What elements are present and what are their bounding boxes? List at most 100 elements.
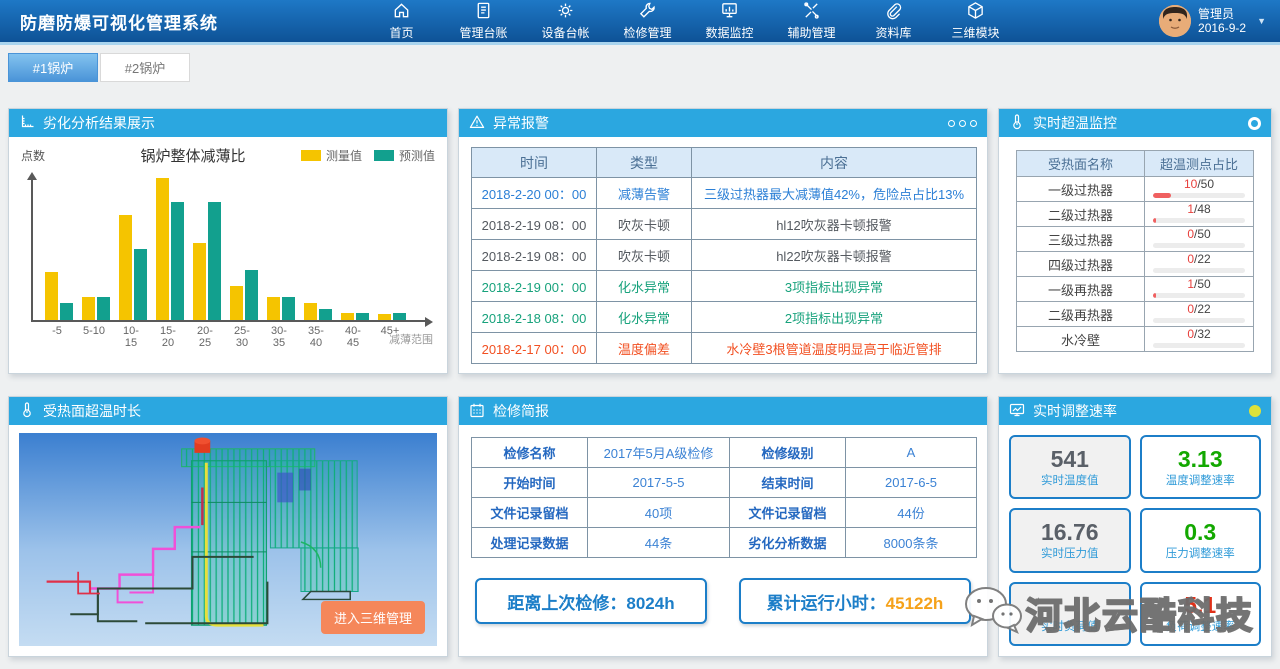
nav-item-3d-module[interactable]: 三维模块 [950,1,1002,41]
table-row: 检修名称 2017年5月A级检修 检修级别 A [472,438,977,468]
alarm-content: 三级过热器最大减薄值42%，危险点占比13% [692,178,977,209]
paperclip-icon [884,1,903,23]
col-type: 类型 [597,148,692,178]
alarm-type: 化水异常 [597,302,692,333]
panel-header: 劣化分析结果展示 [9,109,447,137]
total-running-hours-button[interactable]: 累计运行小时：45122h [739,578,971,624]
panel-maintenance-brief: 检修简报 检修名称 2017年5月A级检修 检修级别 A 开始时间 2017-5… [458,396,988,657]
field-label: 检修名称 [472,438,588,468]
surface-name: 一级过热器 [1017,177,1145,202]
user-name: 管理员 [1198,7,1246,21]
bar-测量值 [378,314,391,320]
status-ring-indicator [1248,117,1261,130]
field-label: 检修级别 [730,438,846,468]
nav-item-repair[interactable]: 检修管理 [622,1,674,41]
more-options-dots[interactable] [948,120,977,127]
panel-title: 检修简报 [493,401,549,421]
button-label: 累计运行小时： [767,594,886,613]
bar-预测值 [208,202,221,320]
alarm-type: 吹灰卡顿 [597,209,692,240]
table-row: 文件记录留档 40项 文件记录留档 44份 [472,498,977,528]
x-tick-label: 40-45 [339,325,367,349]
bar-group [119,215,147,320]
overtemp-ratio: 0/32 [1145,327,1254,352]
alarm-row[interactable]: 2018-2-19 08：00吹灰卡顿hl22吹灰器卡顿报警 [472,240,977,271]
alarm-time: 2018-2-18 08：00 [472,302,597,333]
ratio-numerator: 10 [1184,177,1197,191]
ratio-bar-track [1153,243,1245,248]
x-tick-label: 30-35 [265,325,293,349]
bar-测量值 [341,313,354,320]
alarm-row[interactable]: 2018-2-20 00：00减薄告警三级过热器最大减薄值42%，危险点占比13… [472,178,977,209]
app-title: 防磨防爆可视化管理系统 [20,9,218,34]
surface-name: 一级再热器 [1017,277,1145,302]
field-label: 劣化分析数据 [730,528,846,558]
ratio-denominator: /22 [1194,302,1211,316]
chart-bars [31,176,429,322]
field-value: 44条 [588,528,730,558]
ratio-denominator: /50 [1197,177,1214,191]
bar-group [82,297,110,320]
ratio-bar-fill [1153,293,1156,298]
button-value: 8024h [626,594,674,613]
ratio-bar-track [1153,268,1245,273]
tab-boiler-1[interactable]: #1锅炉 [8,53,98,82]
rate-label: 负荷调整速率 [1166,618,1235,634]
panel-title: 劣化分析结果展示 [43,113,155,133]
x-tick-label: 10-15 [117,325,145,349]
overtemp-row: 一级再热器1/50 [1017,277,1254,302]
since-last-maintenance-button[interactable]: 距离上次检修：8024h [475,578,707,624]
field-value: A [846,438,977,468]
overtemp-row: 四级过热器0/22 [1017,252,1254,277]
alarm-type: 温度偏差 [597,333,692,364]
nav-item-data-monitor[interactable]: 数据监控 [704,1,756,41]
bar-group [267,297,295,320]
nav-item-home[interactable]: 首页 [376,1,428,41]
ratio-numerator: 0 [1187,327,1194,341]
field-value: 2017-6-5 [846,468,977,498]
x-tick-label: 20-25 [191,325,219,349]
tab-boiler-2[interactable]: #2锅炉 [100,53,190,82]
field-label: 开始时间 [472,468,588,498]
rate-card: 实时负荷值 [1009,582,1131,646]
nav-label: 数据监控 [706,24,754,41]
gear-icon [556,1,575,23]
field-label: 处理记录数据 [472,528,588,558]
chart-xlabels: -55-1010-1515-2020-2525-3030-3535-4040-4… [31,325,429,349]
bar-group [230,270,258,320]
bar-测量值 [267,297,280,320]
x-axis-label: 减薄范围 [389,331,433,347]
nav-item-auxiliary[interactable]: 辅助管理 [786,1,838,41]
nav-item-library[interactable]: 资料库 [868,1,920,41]
boiler-3d-view[interactable]: 进入三维管理 [19,433,437,646]
legend-item: 测量值 [301,147,362,164]
ratio-bar-track [1153,193,1245,198]
alarm-time: 2018-2-19 08：00 [472,240,597,271]
surface-name: 水冷壁 [1017,327,1145,352]
monitor-chart-icon [1009,402,1025,421]
alarm-row[interactable]: 2018-2-18 08：00化水异常2项指标出现异常 [472,302,977,333]
nav-item-ledger[interactable]: 管理台账 [458,1,510,41]
rate-label: 实时温度值 [1041,472,1099,488]
panel-degradation-analysis: 劣化分析结果展示 点数 锅炉整体减薄比 测量值预测值 -55-1010-1515… [8,108,448,374]
x-tick-label: 35-40 [302,325,330,349]
avatar [1159,5,1191,37]
rate-card: 5.1负荷调整速率 [1140,582,1262,646]
enter-3d-management-button[interactable]: 进入三维管理 [321,601,425,634]
alarm-row[interactable]: 2018-2-19 00：00化水异常3项指标出现异常 [472,271,977,302]
alarm-content: 2项指标出现异常 [692,302,977,333]
alarm-row[interactable]: 2018-2-19 08：00吹灰卡顿hl12吹灰器卡顿报警 [472,209,977,240]
nav-item-equipment[interactable]: 设备台帐 [540,1,592,41]
bar-测量值 [82,297,95,320]
overtemp-ratio: 0/22 [1145,252,1254,277]
panel-title: 实时调整速率 [1033,401,1117,421]
ratio-numerator: 0 [1187,252,1194,266]
overtemp-rows: 一级过热器10/50二级过热器1/48三级过热器0/50四级过热器0/22一级再… [1017,177,1254,352]
table-row: 处理记录数据 44条 劣化分析数据 8000条条 [472,528,977,558]
bar-测量值 [45,272,58,320]
panel-overtemp-duration: 受热面超温时长 [8,396,448,657]
bar-预测值 [356,313,369,320]
alarm-row[interactable]: 2018-2-17 00：00温度偏差水冷壁3根管道温度明显高于临近管排 [472,333,977,364]
nav-label: 管理台账 [460,24,508,41]
user-menu[interactable]: 管理员 2016-9-2 ▼ [1159,5,1266,37]
